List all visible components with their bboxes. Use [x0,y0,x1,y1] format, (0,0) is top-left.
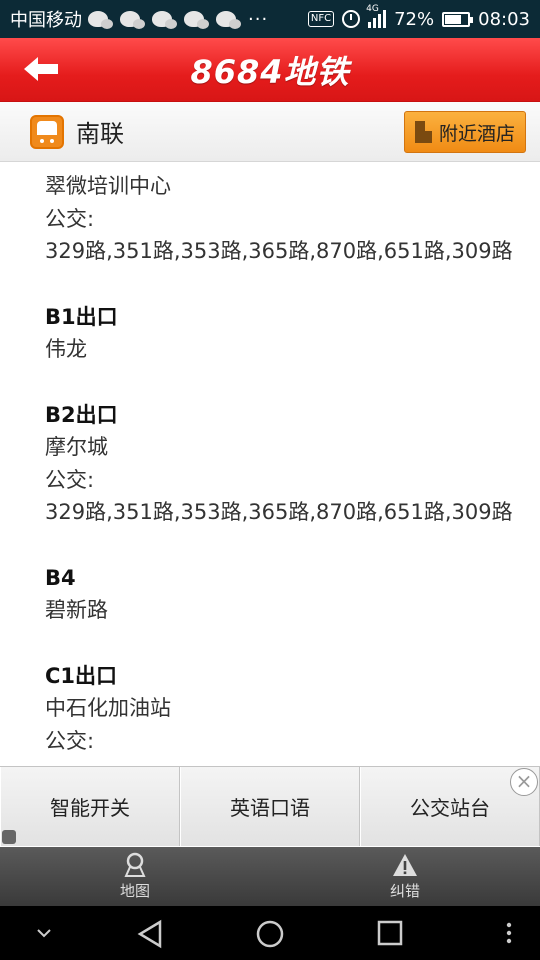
back-button[interactable] [22,54,62,84]
battery-icon [442,11,474,27]
list-item: B4 碧新路 [45,562,525,627]
app-title: 8684地铁 [190,52,350,91]
wechat-notification-icon [88,11,113,29]
list-item: C1出口 中石化加油站 公交: [45,660,525,758]
warning-icon [393,854,417,876]
bus-label: 公交: [45,206,95,231]
nfc-icon: NFC [307,11,335,27]
clock: 08:03 [478,8,530,30]
wechat-notification-icon [216,11,241,29]
exit-title: B2出口 [45,402,118,427]
bus-label: 公交: [45,728,95,753]
back-arrow-icon [24,57,58,81]
more-options-icon[interactable] [504,919,514,947]
more-notifications-icon: ··· [248,8,269,30]
building-icon [413,121,433,143]
exit-place: 翠微培训中心 [45,174,171,198]
nav-home-icon[interactable] [255,919,285,949]
bottom-tab-bar: 地图 纠错 [0,847,540,906]
status-bar: 中国移动 ··· NFC 4G 72% 08:03 [0,0,540,38]
exit-place: 中石化加油站 [45,696,171,720]
tab-label: 地图 [119,882,150,900]
signal-icon: 4G [366,4,387,28]
exit-title: B4 [45,565,76,590]
list-item: 翠微培训中心 公交: 329路,351路,353路,365路,870路,651路… [45,170,525,268]
chevron-down-icon[interactable] [34,926,54,940]
battery-fill [445,14,461,24]
exit-place: 伟龙 [45,337,87,361]
exit-title: B1出口 [45,304,118,329]
carrier-label: 中国移动 [10,10,82,31]
nearby-hotel-button[interactable]: 附近酒店 [404,111,526,153]
nav-back-icon[interactable] [136,919,164,949]
tab-label: 纠错 [389,882,420,900]
ad-button-smart-switch[interactable]: 智能开关 [0,767,180,846]
list-item: B1出口 伟龙 [45,301,525,366]
bus-routes: 329路,351路,353路,365路,870路,651路,309路 [45,239,513,263]
exit-place: 碧新路 [45,598,108,622]
exit-list[interactable]: 翠微培训中心 公交: 329路,351路,353路,365路,870路,651路… [0,162,540,766]
bus-label: 公交: [45,467,95,492]
wechat-notification-icon [120,11,145,29]
ad-logo-icon [2,830,16,844]
network-type-label: 4G [366,4,379,14]
close-icon[interactable]: × [510,768,538,796]
tab-report-error[interactable]: 纠错 [270,847,540,906]
nearby-hotel-label: 附近酒店 [439,122,516,145]
battery-percent: 72% [394,8,435,30]
subway-train-icon [30,114,64,149]
exit-place: 摩尔城 [45,435,108,459]
app-header: 8684地铁 [0,38,540,102]
nav-recents-icon[interactable] [376,919,404,947]
bus-routes: 329路,351路,353路,365路,870路,651路,309路 [45,500,513,524]
ad-banner: 智能开关 英语口语 公交站台 × [0,766,540,846]
station-name: 南联 [76,120,124,148]
list-item: B2出口 摩尔城 公交: 329路,351路,353路,365路,870路,65… [45,399,525,529]
exit-title: C1出口 [45,663,118,688]
tab-map[interactable]: 地图 [0,847,270,906]
station-bar: 南联 附近酒店 [0,102,540,162]
wechat-notification-icon [184,11,209,29]
map-pin-icon [124,852,146,877]
ad-button-english[interactable]: 英语口语 [180,767,360,846]
wechat-notification-icon [152,11,177,29]
alarm-icon [342,10,361,28]
system-nav-bar [0,906,540,960]
